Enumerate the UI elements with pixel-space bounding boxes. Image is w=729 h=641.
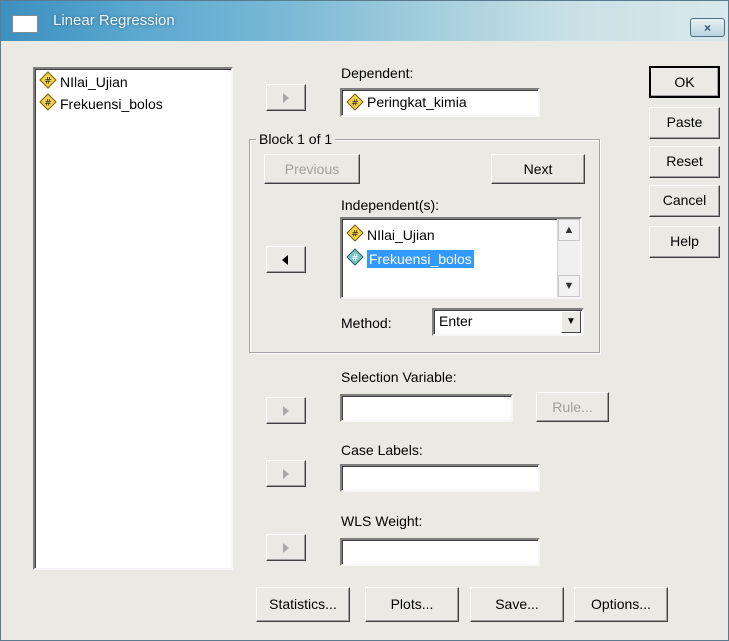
- ok-button[interactable]: OK: [649, 66, 720, 98]
- arrow-right-icon: [283, 469, 289, 479]
- case-labels-label: Case Labels:: [341, 442, 423, 458]
- window-title: Linear Regression: [53, 12, 175, 29]
- linear-regression-dialog: Linear Regression × # NIlai_Ujian # Frek…: [0, 0, 729, 641]
- list-item[interactable]: # NIlai_Ujian: [346, 224, 435, 246]
- scroll-down-icon[interactable]: ▼: [558, 275, 580, 297]
- method-select[interactable]: Enter ▼: [432, 308, 584, 336]
- dependent-label: Dependent:: [341, 65, 414, 81]
- wls-weight-field[interactable]: [340, 538, 540, 566]
- svg-text:#: #: [351, 99, 359, 109]
- options-button[interactable]: Options...: [574, 587, 668, 622]
- scale-variable-icon: #: [346, 224, 364, 248]
- scale-variable-icon: #: [39, 71, 57, 95]
- move-to-dependent-button[interactable]: [266, 84, 306, 111]
- list-item-label: NIlai_Ujian: [367, 227, 435, 243]
- close-button[interactable]: ×: [690, 18, 725, 37]
- scroll-up-icon[interactable]: ▲: [558, 219, 580, 241]
- move-to-case-labels-button[interactable]: [266, 460, 306, 487]
- method-label: Method:: [341, 315, 392, 331]
- arrow-right-icon: [283, 93, 289, 103]
- help-button[interactable]: Help: [649, 226, 720, 258]
- cancel-button[interactable]: Cancel: [649, 185, 720, 217]
- next-button[interactable]: Next: [491, 154, 585, 184]
- svg-text:#: #: [44, 99, 52, 109]
- arrow-left-icon: [282, 255, 288, 265]
- rule-button[interactable]: Rule...: [536, 392, 609, 422]
- scale-variable-icon: #: [39, 93, 57, 117]
- list-item-label: Frekuensi_bolos: [60, 96, 163, 112]
- paste-button[interactable]: Paste: [649, 107, 720, 139]
- independents-scrollbar[interactable]: ▲ ▼: [557, 219, 580, 297]
- dependent-field[interactable]: # Peringkat_kimia: [340, 88, 540, 117]
- list-item-selected[interactable]: # Frekuensi_bolos: [346, 248, 474, 270]
- selection-variable-field[interactable]: [340, 394, 513, 422]
- method-value: Enter: [439, 313, 473, 329]
- case-labels-field[interactable]: [340, 464, 540, 492]
- previous-button[interactable]: Previous: [264, 154, 360, 184]
- block-title: Block 1 of 1: [256, 131, 336, 147]
- arrow-right-icon: [283, 406, 289, 416]
- list-item[interactable]: # NIlai_Ujian: [39, 71, 128, 93]
- reset-button[interactable]: Reset: [649, 146, 720, 178]
- scale-variable-icon: #: [346, 248, 364, 272]
- dialog-body: # NIlai_Ujian # Frekuensi_bolos Dependen…: [4, 41, 725, 639]
- move-from-independents-button[interactable]: [266, 246, 306, 273]
- save-button[interactable]: Save...: [470, 587, 564, 622]
- title-bar[interactable]: Linear Regression ×: [1, 1, 728, 41]
- arrow-right-icon: [283, 543, 289, 553]
- svg-text:#: #: [351, 254, 359, 264]
- list-item-label: NIlai_Ujian: [60, 74, 128, 90]
- move-to-selection-button[interactable]: [266, 397, 306, 424]
- wls-weight-label: WLS Weight:: [341, 513, 423, 529]
- list-item[interactable]: # Frekuensi_bolos: [39, 93, 163, 115]
- statistics-button[interactable]: Statistics...: [256, 587, 350, 622]
- window-icon: [12, 15, 38, 33]
- svg-text:#: #: [351, 230, 359, 240]
- selection-variable-label: Selection Variable:: [341, 369, 457, 385]
- independents-label: Independent(s):: [341, 197, 440, 213]
- move-to-wls-button[interactable]: [266, 534, 306, 561]
- scale-variable-icon: #: [346, 93, 364, 114]
- svg-text:#: #: [44, 77, 52, 87]
- plots-button[interactable]: Plots...: [365, 587, 459, 622]
- dependent-value: Peringkat_kimia: [367, 94, 467, 110]
- source-variable-list[interactable]: # NIlai_Ujian # Frekuensi_bolos: [33, 67, 233, 570]
- chevron-down-icon[interactable]: ▼: [561, 311, 581, 333]
- independents-list[interactable]: # NIlai_Ujian # Frekuensi_bolos ▲ ▼: [340, 217, 582, 299]
- list-item-label: Frekuensi_bolos: [367, 250, 474, 268]
